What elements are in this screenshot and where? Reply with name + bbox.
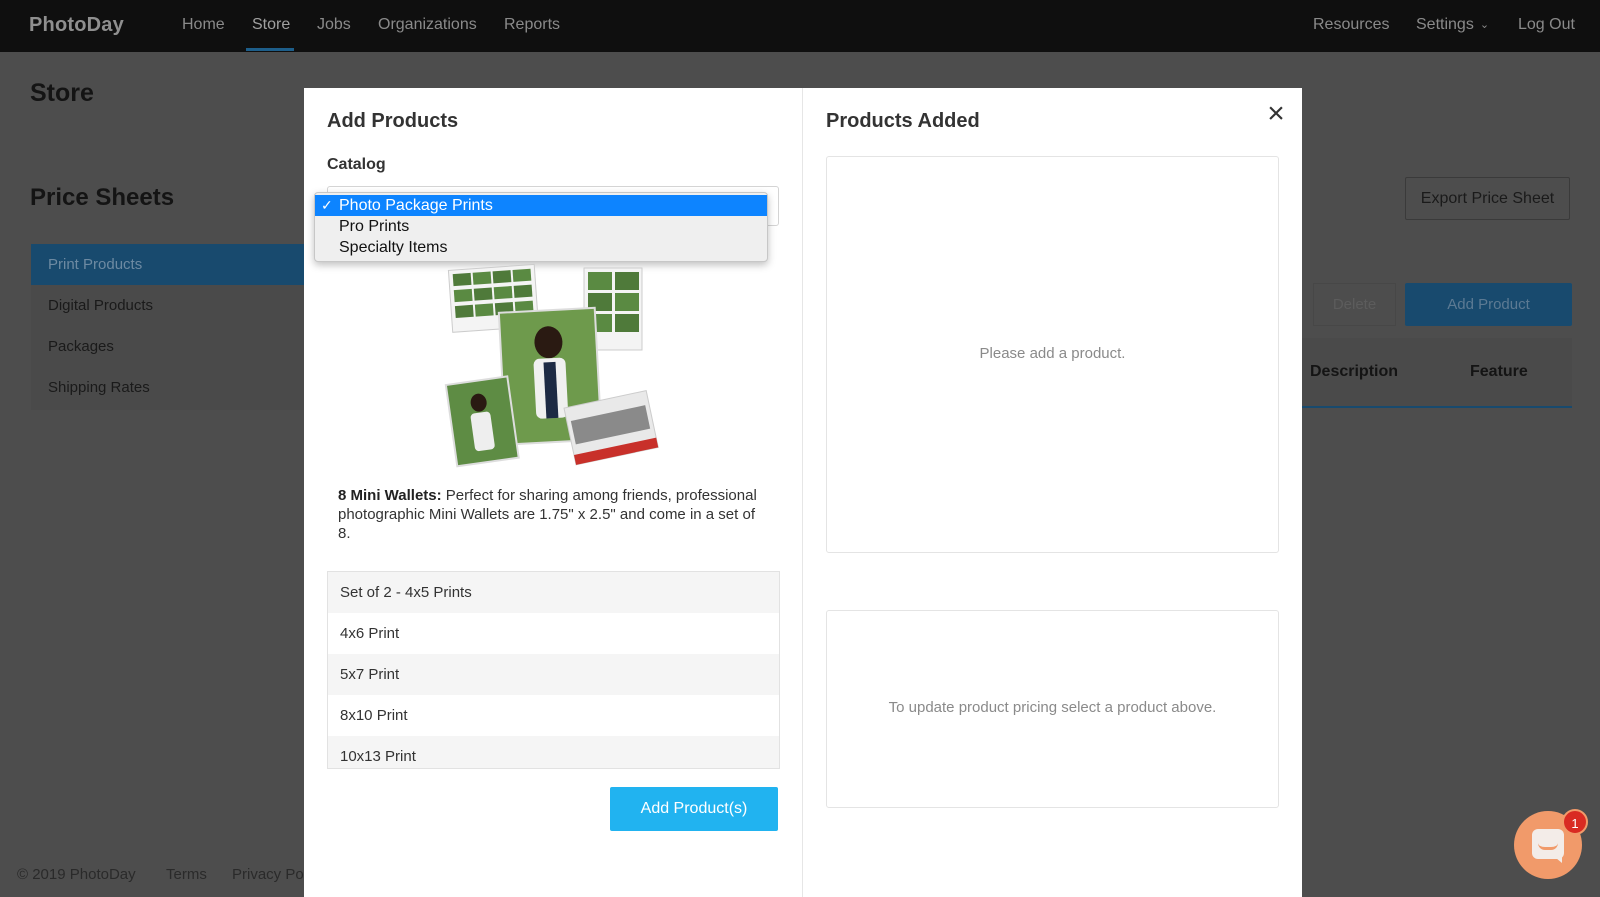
nav-active-indicator <box>246 48 294 51</box>
catalog-option-specialty-items[interactable]: Specialty Items <box>315 237 767 258</box>
products-added-title: Products Added <box>826 110 980 132</box>
nav-jobs[interactable]: Jobs <box>317 16 351 34</box>
sidebar-item-packages[interactable]: Packages <box>31 326 306 367</box>
sidebar-item-print-products[interactable]: Print Products <box>31 244 306 285</box>
chevron-down-icon: ⌄ <box>1479 19 1490 31</box>
catalog-label: Catalog <box>327 156 386 173</box>
nav-store[interactable]: Store <box>252 16 290 34</box>
column-header-description: Description <box>1310 363 1399 380</box>
modal-divider <box>802 88 803 897</box>
nav-settings[interactable]: Settings ⌄ <box>1416 16 1489 34</box>
sidebar-item-shipping-rates[interactable]: Shipping Rates <box>31 367 306 408</box>
footer-copyright: © 2019 PhotoDay <box>17 866 136 883</box>
column-header-feature: Feature <box>1470 363 1528 380</box>
page-title: Store <box>30 79 94 107</box>
product-description: 8 Mini Wallets: Perfect for sharing amon… <box>338 486 758 543</box>
nav-resources[interactable]: Resources <box>1313 16 1389 34</box>
nav-home[interactable]: Home <box>182 16 225 34</box>
footer-terms-link[interactable]: Terms <box>166 866 207 883</box>
close-icon[interactable]: × <box>1262 99 1290 129</box>
nav-reports[interactable]: Reports <box>504 16 560 34</box>
add-products-modal: Add Products Catalog ✓ Photo Package Pri… <box>304 88 1302 897</box>
price-sheet-sidebar: Print Products Digital Products Packages… <box>31 244 306 410</box>
chat-icon-tail <box>1550 853 1562 863</box>
nav-organizations[interactable]: Organizations <box>378 16 477 34</box>
catalog-dropdown-menu: ✓ Photo Package Prints Pro Prints Specia… <box>314 192 768 262</box>
photoday-logo[interactable]: PhotoDay <box>29 14 124 37</box>
products-added-box: Please add a product. <box>826 156 1279 553</box>
catalog-option-label: Photo Package Prints <box>339 197 493 214</box>
add-products-title: Add Products <box>327 110 459 132</box>
chat-notification-badge: 1 <box>1562 809 1588 835</box>
product-name: 8 Mini Wallets: <box>338 487 442 504</box>
list-item[interactable]: 10x13 Print <box>328 736 779 768</box>
checkmark-icon: ✓ <box>321 197 333 213</box>
list-item[interactable]: 8x10 Print <box>328 695 779 736</box>
export-price-sheet-button[interactable]: Export Price Sheet <box>1405 177 1570 220</box>
catalog-option-pro-prints[interactable]: Pro Prints <box>315 216 767 237</box>
catalog-option-photo-package-prints[interactable]: ✓ Photo Package Prints <box>315 195 767 216</box>
pricing-box: To update product pricing select a produ… <box>826 610 1279 808</box>
catalog-option-label: Specialty Items <box>339 239 448 256</box>
nav-logout[interactable]: Log Out <box>1518 16 1575 34</box>
delete-button[interactable]: Delete <box>1313 283 1396 326</box>
top-navigation: PhotoDay Home Store Jobs Organizations R… <box>0 0 1600 52</box>
add-product-button[interactable]: Add Product <box>1405 283 1572 326</box>
empty-products-message: Please add a product. <box>979 345 1126 362</box>
products-table-header: Description Feature <box>1300 338 1572 408</box>
catalog-option-label: Pro Prints <box>339 218 410 235</box>
list-item[interactable]: Set of 2 - 4x5 Prints <box>328 572 779 613</box>
list-item[interactable]: 5x7 Print <box>328 654 779 695</box>
product-list: Set of 2 - 4x5 Prints 4x6 Print 5x7 Prin… <box>327 571 780 769</box>
footer-privacy-link[interactable]: Privacy Po <box>232 866 304 883</box>
section-title: Price Sheets <box>30 184 175 211</box>
sidebar-item-digital-products[interactable]: Digital Products <box>31 285 306 326</box>
nav-settings-label: Settings <box>1416 16 1474 33</box>
pricing-message: To update product pricing select a produ… <box>888 699 1217 716</box>
product-preview-image <box>444 263 659 468</box>
list-item[interactable]: 4x6 Print <box>328 613 779 654</box>
add-products-button[interactable]: Add Product(s) <box>610 787 778 831</box>
